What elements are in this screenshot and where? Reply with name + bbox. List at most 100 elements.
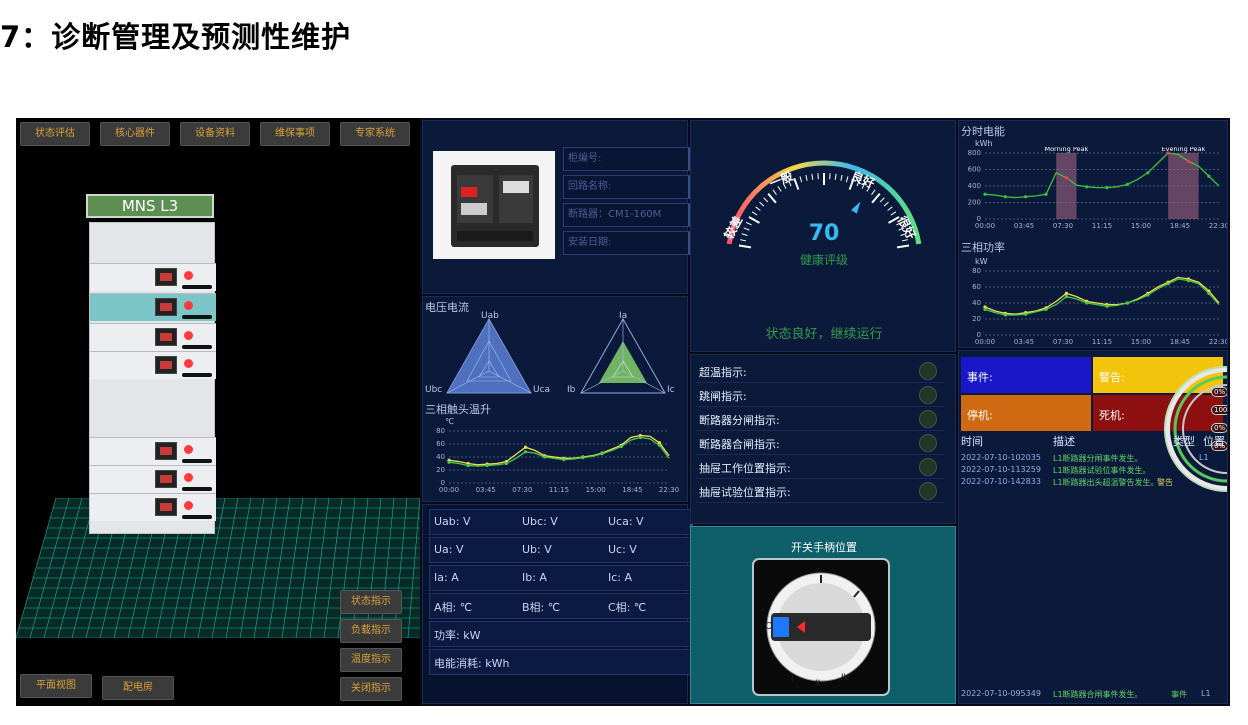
drawer-unit[interactable] (90, 493, 216, 521)
col-header-time: 时间 (961, 435, 983, 448)
meter-icon (155, 298, 177, 316)
series-line (448, 436, 670, 467)
cabinet-3d-view: 状态评估 核心器件 设备资料 维保事项 专家系统 MNS L3 状态指示 负载指… (16, 118, 420, 706)
gauge-tick (755, 206, 761, 211)
status-indicator-button[interactable]: 状态指示 (340, 590, 402, 614)
switch-handle-title: 开关手柄位置 (791, 541, 857, 554)
plan-view-button[interactable]: 平面视图 (20, 674, 92, 698)
tab-equipment-docs[interactable]: 设备资料 (180, 122, 250, 146)
energy-power-panel: 分时电能 kWh 0 200 400 600 800 00:00 03:45 07:30 11:… (958, 120, 1228, 348)
data-point (1044, 192, 1048, 196)
energy-value: 电能消耗: kWh (434, 657, 510, 670)
meter-icon (155, 470, 177, 488)
power-value: 功率: kW (434, 629, 481, 642)
drawer-unit[interactable] (90, 351, 216, 379)
switch-mark-4: IV (841, 673, 850, 683)
gauge-tick (834, 173, 837, 180)
handle-icon (182, 285, 212, 289)
meter-icon (155, 356, 177, 374)
uca-value: Uca: V (608, 515, 644, 528)
data-point (504, 461, 508, 466)
peak-band (1056, 153, 1077, 219)
x-tick-label: 15:00 (1131, 222, 1151, 230)
switchgear-cabinet[interactable] (89, 222, 216, 534)
phase-voltage-row: Ua: V Ub: V Uc: V (429, 537, 693, 563)
status-led-icon (919, 458, 937, 476)
dashboard-screen: 状态评估 核心器件 设备资料 维保事项 专家系统 MNS L3 状态指示 负载指… (16, 118, 1230, 706)
data-point (1024, 195, 1028, 199)
x-tick-label: 15:00 (586, 486, 606, 494)
data-point (1003, 195, 1007, 199)
drawer-unit-selected[interactable] (90, 293, 216, 321)
power-row: 功率: kW (429, 621, 693, 647)
data-point (1044, 307, 1048, 311)
handle-icon (182, 487, 212, 491)
handle-icon (182, 345, 212, 349)
gauge-tick (845, 176, 849, 183)
drawer-unit[interactable] (90, 263, 216, 291)
data-point (1085, 185, 1089, 189)
shutdown-count-box[interactable]: 停机: (961, 395, 1091, 431)
uab-value: Uab: V (434, 515, 471, 528)
gauge-tick (763, 197, 769, 203)
voltage-current-panel: 电压电流 Uab Ubc Uca Ia Ib Ic 三相触头温升 ℃ 0 20 40… (422, 296, 688, 502)
series-line (448, 434, 670, 466)
energy-line-chart: 020040060080000:00 03:45 07:30 11:15 15:00 18… (968, 147, 1227, 230)
status-led-icon (919, 362, 937, 380)
data-point (1125, 301, 1130, 305)
data-point (1186, 279, 1191, 283)
temperature-indicator-button[interactable]: 温度指示 (340, 648, 402, 672)
ib-value: Ib: A (522, 571, 547, 584)
x-tick-label: 11:15 (1092, 222, 1112, 230)
close-indicator-button[interactable]: 关闭指示 (340, 677, 402, 701)
indicator-over-temp: 超温指示: (695, 359, 945, 383)
energy-row: 电能消耗: kWh (429, 649, 693, 675)
phase-temperature-row: A相: ℃ B相: ℃ C相: ℃ (429, 593, 693, 619)
peak-label: Morning Peak (1044, 147, 1088, 153)
data-point (1024, 312, 1028, 316)
health-score-label: 健康评级 (799, 253, 848, 267)
gauge-tick (811, 173, 814, 180)
gauge-tick (887, 206, 893, 211)
event-count-box[interactable]: 事件: (961, 357, 1091, 393)
drawer-unit[interactable] (90, 323, 216, 351)
data-point (657, 443, 662, 447)
drawer-unit[interactable] (90, 465, 216, 493)
tab-core-components[interactable]: 核心器件 (100, 122, 170, 146)
ubc-value: Ubc: V (522, 515, 558, 528)
x-tick-label: 03:45 (1014, 338, 1034, 346)
data-point (1105, 304, 1109, 308)
line-voltage-row: Uab: V Ubc: V Uca: V (429, 509, 693, 535)
y-tick-label: 600 (968, 166, 981, 174)
gauge-pointer-icon (851, 201, 861, 214)
y-tick-label: 40 (436, 453, 445, 461)
ic-value: Ic: A (608, 571, 633, 584)
health-panel: 70 健康评级 较差 一般 良好 很好 状态良好，继续运行 (690, 120, 956, 352)
distribution-room-button[interactable]: 配电房 (102, 676, 174, 700)
status-led-icon (919, 482, 937, 500)
label-ic: Ic (667, 385, 675, 395)
switch-mark-1: I (791, 675, 794, 685)
led-icon (184, 501, 193, 510)
tab-expert-system[interactable]: 专家系统 (340, 122, 410, 146)
switch-handle-panel: 开关手柄位置 O I II IV (690, 526, 956, 704)
data-point (1146, 293, 1150, 297)
drawer-unit[interactable] (90, 437, 216, 465)
switch-mark-off: O (765, 621, 773, 632)
gauge-tick (879, 197, 885, 203)
led-icon (184, 445, 193, 454)
data-point (1166, 282, 1170, 286)
indicator-drawer-work: 抽屉工作位置指示: (695, 455, 945, 479)
power-chart-title: 三相功率 (961, 241, 1005, 254)
data-point (638, 435, 642, 440)
cabinet-label: MNS L3 (86, 194, 214, 218)
data-point (543, 455, 547, 459)
tab-status-assessment[interactable]: 状态评估 (20, 122, 90, 146)
tab-maintenance[interactable]: 维保事项 (260, 122, 330, 146)
gauge-tick (840, 174, 843, 181)
y-tick-label: 20 (972, 315, 981, 323)
led-icon (184, 301, 193, 310)
power-line-chart: 02040608000:00 03:45 07:30 11:15 15:00 18:45 2… (972, 267, 1227, 346)
load-indicator-button[interactable]: 负载指示 (340, 619, 402, 643)
handle-icon (182, 315, 212, 319)
